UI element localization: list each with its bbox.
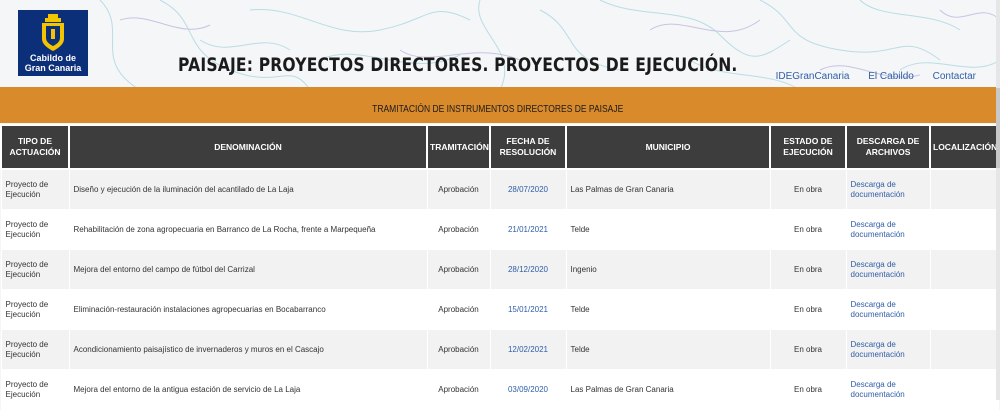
projects-table: TIPO DE ACTUACIÓN DENOMINACIÓN TRAMITACI… [0, 124, 999, 410]
table-row: Proyecto de Ejecución Eliminación-restau… [0, 289, 999, 330]
cell-tramitacion: Aprobación [426, 168, 491, 210]
cell-descarga: Descarga de documentación [845, 168, 931, 210]
download-link[interactable]: Descarga de documentación [851, 260, 905, 279]
cell-estado: En obra [769, 329, 847, 370]
cell-descarga: Descarga de documentación [845, 289, 931, 330]
cell-estado: En obra [769, 289, 847, 330]
col-descarga-header[interactable]: DESCARGA DE ARCHIVOS [845, 124, 931, 170]
download-link[interactable]: Descarga de documentación [851, 180, 905, 199]
cell-localizacion [929, 369, 999, 410]
nav-link-el-cabildo[interactable]: El Cabildo [868, 71, 914, 82]
cell-tipo: Proyecto de Ejecución [0, 369, 70, 410]
table-row: Proyecto de Ejecución Diseño y ejecución… [0, 168, 999, 210]
cell-fecha: 21/01/2021 [489, 209, 567, 250]
page-scrollbar[interactable] [996, 0, 1000, 400]
col-fecha-header[interactable]: FECHA DE RESOLUCIÓN [489, 124, 567, 170]
download-link[interactable]: Descarga de documentación [851, 340, 905, 359]
col-localizacion-header[interactable]: LOCALIZACIÓN [929, 124, 999, 170]
cell-estado: En obra [769, 369, 847, 410]
cell-fecha: 03/09/2020 [489, 369, 567, 410]
cell-tramitacion: Aprobación [426, 289, 491, 330]
nav-link-idegrancanaria[interactable]: IDEGranCanaria [776, 71, 850, 82]
cell-tramitacion: Aprobación [426, 249, 491, 290]
cell-tramitacion: Aprobación [426, 209, 491, 250]
cell-denominacion: Eliminación-restauración instalaciones a… [68, 289, 428, 330]
cell-denominacion: Mejora del entorno del campo de fútbol d… [68, 249, 428, 290]
cell-denominacion: Acondicionamiento paisajístico de invern… [68, 329, 428, 370]
cell-fecha: 28/12/2020 [489, 249, 567, 290]
cell-municipio: Las Palmas de Gran Canaria [565, 369, 771, 410]
cell-descarga: Descarga de documentación [845, 209, 931, 250]
cell-estado: En obra [769, 209, 847, 250]
top-nav: IDEGranCanaria El Cabildo Contactar [760, 71, 976, 82]
cell-municipio: Las Palmas de Gran Canaria [565, 168, 771, 210]
cell-municipio: Telde [565, 289, 771, 330]
cell-localizacion [929, 289, 999, 330]
cell-tipo: Proyecto de Ejecución [0, 168, 70, 210]
section-band: TRAMITACIÓN DE INSTRUMENTOS DIRECTORES D… [0, 87, 1000, 123]
cell-descarga: Descarga de documentación [845, 329, 931, 370]
cell-localizacion [929, 329, 999, 370]
cell-denominacion: Mejora del entorno de la antigua estació… [68, 369, 428, 410]
cell-tramitacion: Aprobación [426, 369, 491, 410]
col-municipio-header[interactable]: MUNICIPIO [565, 124, 771, 170]
download-link[interactable]: Descarga de documentación [851, 220, 905, 239]
cell-fecha: 12/02/2021 [489, 329, 567, 370]
coat-of-arms-icon [42, 14, 64, 51]
cell-descarga: Descarga de documentación [845, 249, 931, 290]
col-denominacion-header[interactable]: DENOMINACIÓN [68, 124, 428, 170]
table-row: Proyecto de Ejecución Mejora del entorno… [0, 369, 999, 410]
logo-text-line2: Gran Canaria [24, 63, 82, 73]
col-tipo-header[interactable]: TIPO DE ACTUACIÓN [0, 124, 70, 170]
table-header-row: TIPO DE ACTUACIÓN DENOMINACIÓN TRAMITACI… [0, 124, 999, 170]
cell-tipo: Proyecto de Ejecución [0, 249, 70, 290]
col-estado-header[interactable]: ESTADO DE EJECUCIÓN [769, 124, 847, 170]
cell-localizacion [929, 209, 999, 250]
table-row: Proyecto de Ejecución Rehabilitación de … [0, 209, 999, 250]
section-title: TRAMITACIÓN DE INSTRUMENTOS DIRECTORES D… [372, 103, 624, 115]
scrollbar-thumb[interactable] [996, 88, 1000, 168]
table-row: Proyecto de Ejecución Mejora del entorno… [0, 249, 999, 290]
download-link[interactable]: Descarga de documentación [851, 300, 905, 319]
cell-estado: En obra [769, 168, 847, 210]
cell-municipio: Telde [565, 329, 771, 370]
cell-denominacion: Rehabilitación de zona agropecuaria en B… [68, 209, 428, 250]
cell-denominacion: Diseño y ejecución de la iluminación del… [68, 168, 428, 210]
cell-tramitacion: Aprobación [426, 329, 491, 370]
table-row: Proyecto de Ejecución Acondicionamiento … [0, 329, 999, 370]
cell-descarga: Descarga de documentación [845, 369, 931, 410]
col-tramitacion-header[interactable]: TRAMITACIÓN [426, 124, 491, 170]
cell-fecha: 15/01/2021 [489, 289, 567, 330]
cell-tipo: Proyecto de Ejecución [0, 289, 70, 330]
cell-municipio: Telde [565, 209, 771, 250]
cell-localizacion [929, 168, 999, 210]
cell-estado: En obra [769, 249, 847, 290]
cell-municipio: Ingenio [565, 249, 771, 290]
cell-tipo: Proyecto de Ejecución [0, 329, 70, 370]
cell-fecha: 28/07/2020 [489, 168, 567, 210]
logo-text-line1: Cabildo de [29, 53, 76, 63]
download-link[interactable]: Descarga de documentación [851, 380, 905, 399]
cell-tipo: Proyecto de Ejecución [0, 209, 70, 250]
page-title: PAISAJE: PROYECTOS DIRECTORES. PROYECTOS… [178, 54, 738, 76]
nav-link-contactar[interactable]: Contactar [933, 71, 976, 82]
cabildo-logo[interactable]: Cabildo de Gran Canaria [18, 10, 88, 76]
cell-localizacion [929, 249, 999, 290]
